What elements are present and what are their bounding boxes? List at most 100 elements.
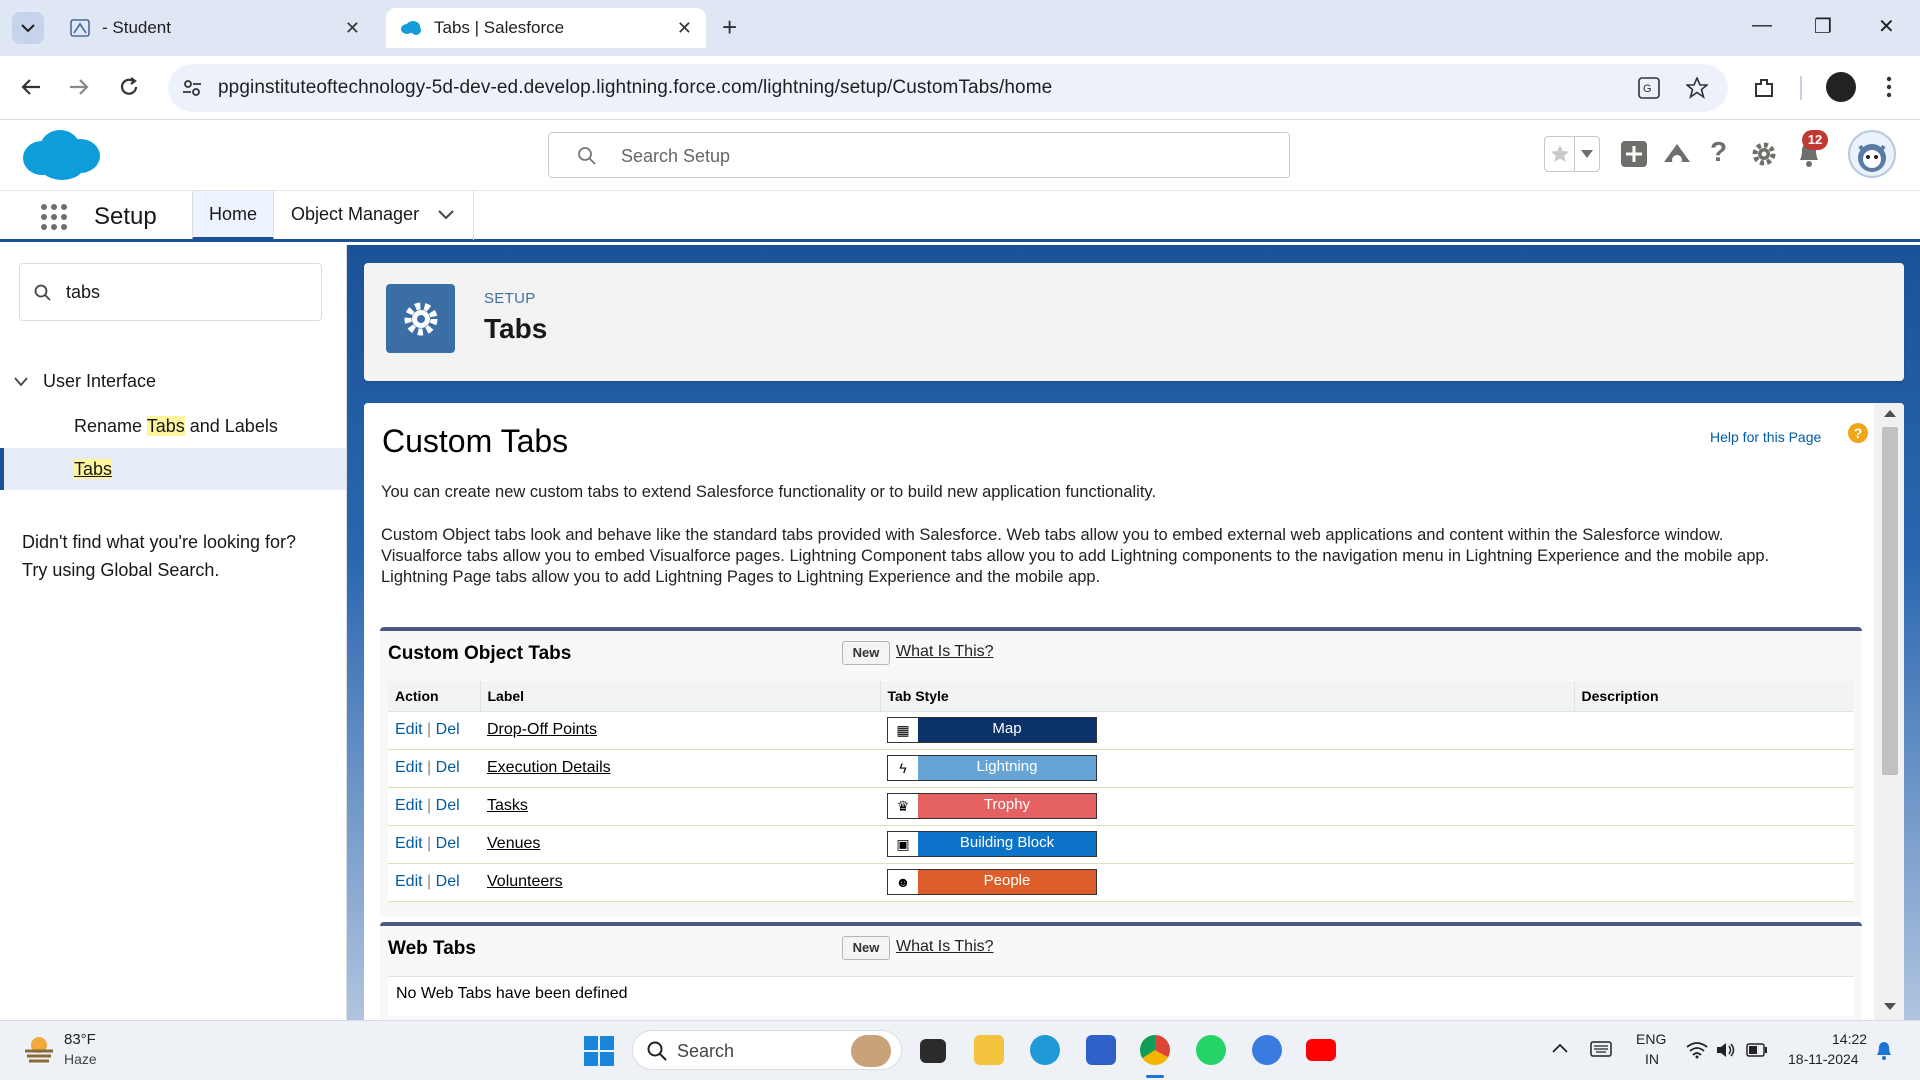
setup-navigation-bar: Setup Home Object Manager <box>0 190 1920 242</box>
battery-icon[interactable] <box>1746 1043 1768 1057</box>
chevron-down-icon[interactable] <box>438 210 454 220</box>
translate-icon[interactable]: G <box>1638 77 1660 99</box>
tree-group-user-interface[interactable]: User Interface <box>14 371 156 392</box>
file-explorer-icon[interactable] <box>974 1035 1004 1065</box>
delete-link[interactable]: Del <box>436 873 460 890</box>
tab-label-link[interactable]: Volunteers <box>487 873 563 890</box>
back-icon[interactable] <box>20 76 42 98</box>
edit-link[interactable]: Edit <box>395 759 423 776</box>
scroll-down-icon[interactable] <box>1884 1003 1896 1011</box>
favorites-list-button[interactable] <box>1575 137 1599 171</box>
scroll-up-icon[interactable] <box>1884 409 1896 417</box>
input-region[interactable]: IN <box>1645 1051 1659 1067</box>
active-app-indicator <box>1146 1075 1164 1078</box>
trailhead-icon[interactable] <box>1662 140 1692 168</box>
help-question-icon[interactable]: ? <box>1848 423 1868 443</box>
browser-tab-salesforce[interactable]: Tabs | Salesforce ✕ <box>386 8 706 48</box>
custom-object-tabs-table: Action Label Tab Style Description Edit … <box>388 681 1854 902</box>
tab-style-name: Lightning <box>918 756 1096 780</box>
tab-label-link[interactable]: Venues <box>487 835 540 852</box>
edit-link[interactable]: Edit <box>395 797 423 814</box>
help-for-page-link[interactable]: Help for this Page <box>1710 429 1821 445</box>
delete-link[interactable]: Del <box>436 759 460 776</box>
address-bar[interactable]: ppginstituteoftechnology-5d-dev-ed.devel… <box>168 64 1728 112</box>
row-style-cell: ♛ Trophy <box>880 787 1574 826</box>
windows-start-icon[interactable] <box>584 1036 614 1066</box>
tab-search-button[interactable] <box>12 12 44 44</box>
weather-condition: Haze <box>64 1051 97 1067</box>
keyboard-icon[interactable] <box>1590 1041 1612 1057</box>
volume-icon[interactable] <box>1716 1041 1736 1059</box>
tree-item-tabs[interactable]: Tabs <box>0 448 346 490</box>
content-scrollbar[interactable] <box>1874 403 1904 1020</box>
browser-tab-strip: - Student ✕ Tabs | Salesforce ✕ + — ❐ ✕ <box>0 0 1920 56</box>
app-icon[interactable] <box>1252 1035 1282 1065</box>
setup-gear-icon[interactable] <box>1750 140 1778 168</box>
close-tab-icon[interactable]: ✕ <box>345 18 360 39</box>
edge-browser-icon[interactable] <box>1030 1035 1060 1065</box>
restore-icon[interactable]: ❐ <box>1814 14 1832 39</box>
search-setup-input[interactable]: Search Setup <box>548 132 1290 178</box>
site-settings-icon[interactable] <box>182 78 202 98</box>
page-header: SETUP Tabs <box>364 263 1904 381</box>
chevron-up-icon[interactable] <box>1552 1043 1568 1053</box>
tab-title: Tabs | Salesforce <box>434 18 565 37</box>
row-actions: Edit | Del <box>388 863 480 902</box>
tab-label-link[interactable]: Execution Details <box>487 759 611 776</box>
bookmark-star-icon[interactable] <box>1686 77 1708 99</box>
user-avatar[interactable] <box>1848 130 1896 178</box>
extensions-icon[interactable] <box>1752 76 1776 100</box>
row-description-cell <box>1574 711 1854 750</box>
delete-link[interactable]: Del <box>436 797 460 814</box>
taskbar-search[interactable]: Search <box>632 1030 902 1070</box>
edit-link[interactable]: Edit <box>395 721 423 738</box>
weather-haze-icon[interactable] <box>22 1033 56 1065</box>
new-web-tab-button[interactable]: New <box>842 936 890 960</box>
forward-icon[interactable] <box>68 76 90 98</box>
scrollbar-thumb[interactable] <box>1882 427 1898 775</box>
chrome-icon[interactable] <box>1140 1035 1170 1065</box>
profile-avatar[interactable] <box>1826 72 1856 102</box>
notification-count-badge: 12 <box>1802 130 1828 150</box>
tab-label-link[interactable]: Drop-Off Points <box>487 721 597 738</box>
reload-icon[interactable] <box>118 76 140 98</box>
new-tab-button[interactable]: + <box>722 14 737 40</box>
youtube-icon[interactable] <box>1306 1039 1336 1061</box>
input-language[interactable]: ENG <box>1636 1031 1666 1047</box>
row-label-cell: Volunteers <box>480 863 880 902</box>
tab-label-link[interactable]: Tasks <box>487 797 528 814</box>
close-tab-icon[interactable]: ✕ <box>677 18 692 39</box>
table-row: Edit | Del Venues ▣ Building Block <box>388 825 1854 864</box>
delete-link[interactable]: Del <box>436 835 460 852</box>
wifi-icon[interactable] <box>1686 1041 1708 1059</box>
edit-link[interactable]: Edit <box>395 835 423 852</box>
microsoft-store-icon[interactable] <box>1086 1035 1116 1065</box>
help-icon[interactable]: ? <box>1710 136 1727 168</box>
minimize-icon[interactable]: — <box>1752 14 1772 37</box>
browser-menu-icon[interactable] <box>1886 76 1892 98</box>
nav-tab-home[interactable]: Home <box>192 191 274 240</box>
new-custom-object-tab-button[interactable]: New <box>842 641 890 665</box>
quick-find-input[interactable]: tabs <box>19 263 322 321</box>
edit-link[interactable]: Edit <box>395 873 423 890</box>
browser-tab-student[interactable]: - Student ✕ <box>56 8 374 48</box>
close-window-icon[interactable]: ✕ <box>1878 14 1895 39</box>
favorites-star-button[interactable] <box>1545 137 1575 171</box>
whatsapp-icon[interactable] <box>1196 1035 1226 1065</box>
what-is-this-link[interactable]: What Is This? <box>896 938 994 956</box>
clock-time[interactable]: 14:22 <box>1832 1031 1867 1047</box>
task-view-icon[interactable] <box>920 1039 946 1063</box>
building-block-icon: ▣ <box>888 832 918 856</box>
salesforce-logo[interactable] <box>20 128 102 184</box>
tree-item-rename-tabs-labels[interactable]: Rename Tabs and Labels <box>0 405 346 447</box>
clock-date[interactable]: 18-11-2024 <box>1788 1051 1859 1067</box>
notification-bell-icon[interactable] <box>1874 1039 1894 1061</box>
nav-tab-object-manager[interactable]: Object Manager <box>274 191 474 240</box>
delete-link[interactable]: Del <box>436 721 460 738</box>
table-row: Edit | Del Execution Details ϟ Lightning <box>388 749 1854 788</box>
row-description-cell <box>1574 825 1854 864</box>
app-launcher-icon[interactable] <box>40 203 68 231</box>
global-actions-icon[interactable] <box>1620 140 1648 168</box>
row-label-cell: Execution Details <box>480 749 880 788</box>
what-is-this-link[interactable]: What Is This? <box>896 643 994 661</box>
